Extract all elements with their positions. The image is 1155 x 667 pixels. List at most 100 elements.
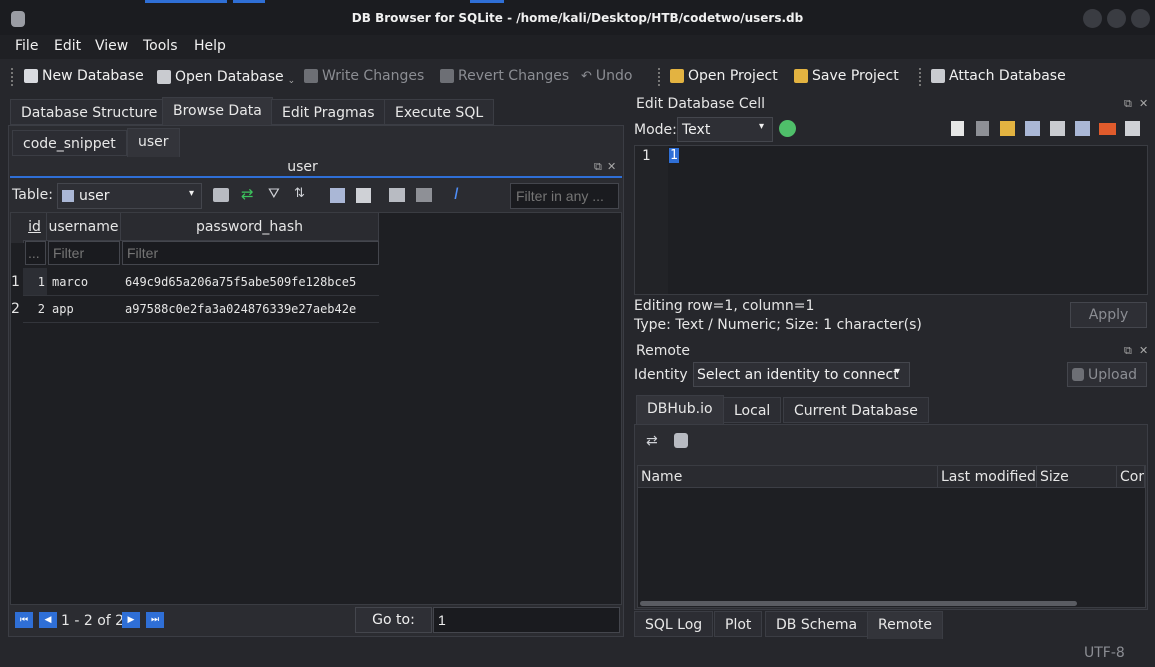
table-label: Table:	[12, 187, 53, 203]
filter-password-hash-input[interactable]	[122, 241, 379, 265]
open-database-icon	[157, 70, 171, 84]
apply-button[interactable]: Apply	[1070, 302, 1147, 328]
identity-label: Identity	[634, 367, 688, 383]
open-project-icon	[670, 69, 684, 83]
cell-editor[interactable]	[634, 145, 1148, 295]
identity-select-value: Select an identity to connect	[697, 367, 899, 383]
filter-id-input[interactable]	[25, 241, 46, 265]
column-header-username[interactable]: username	[47, 213, 121, 241]
global-filter-input[interactable]	[510, 183, 619, 209]
prev-page-icon[interactable]: ◀	[39, 612, 57, 628]
tab-sql-log[interactable]: SQL Log	[634, 611, 714, 637]
sort-icon[interactable]: ⇅	[294, 186, 305, 201]
set-null-icon[interactable]	[1050, 121, 1065, 136]
cell-username[interactable]: marco	[52, 275, 88, 289]
open-database-button[interactable]: Open Database ⌄	[157, 68, 295, 86]
menu-tools[interactable]: Tools	[143, 38, 178, 54]
cell-password-hash[interactable]: 649c9d65a206a75f5abe509fe128bce5	[125, 275, 356, 289]
save-file-icon[interactable]	[1025, 121, 1040, 136]
save-project-button[interactable]: Save Project	[794, 68, 899, 84]
horizontal-scrollbar[interactable]	[640, 601, 1077, 606]
import-icon[interactable]	[951, 121, 964, 136]
tab-user[interactable]: user	[127, 128, 180, 158]
clone-database-icon[interactable]	[674, 433, 688, 448]
encoding-status: UTF-8	[1084, 645, 1125, 661]
write-changes-button[interactable]: Write Changes	[304, 68, 424, 84]
close-panel-icon[interactable]: ✕	[1139, 344, 1148, 357]
new-database-button[interactable]: New Database	[24, 68, 144, 84]
filter-username-input[interactable]	[48, 241, 120, 265]
text-format-icon[interactable]: I	[454, 184, 459, 203]
next-page-icon[interactable]: ▶	[122, 612, 140, 628]
tab-db-schema[interactable]: DB Schema	[765, 611, 869, 637]
cell-password-hash[interactable]: a97588c0e2fa3a024876339e27aeb42e	[125, 302, 356, 316]
cell-id[interactable]: 2	[23, 302, 45, 316]
undo-button[interactable]: ↶ Undo	[581, 68, 632, 84]
tab-edit-pragmas[interactable]: Edit Pragmas	[271, 99, 386, 125]
clear-filters-icon[interactable]: ⛛	[268, 186, 280, 202]
close-panel-icon[interactable]: ✕	[607, 160, 616, 173]
table-panel-title: user	[287, 159, 318, 175]
open-file-icon[interactable]	[1000, 121, 1015, 136]
minimize-button[interactable]	[1083, 9, 1102, 28]
first-page-icon[interactable]: ⏮	[15, 612, 33, 628]
tab-current-database[interactable]: Current Database	[783, 397, 929, 423]
erase-icon[interactable]	[1099, 123, 1116, 135]
word-wrap-icon[interactable]	[1075, 121, 1090, 136]
tab-database-structure[interactable]: Database Structure	[10, 99, 169, 125]
last-page-icon[interactable]: ⏭	[146, 612, 164, 628]
remote-title: Remote	[636, 343, 691, 359]
export-icon[interactable]	[976, 121, 989, 136]
open-project-button[interactable]: Open Project	[670, 68, 778, 84]
revert-changes-button[interactable]: Revert Changes	[440, 68, 569, 84]
save-table-icon[interactable]	[330, 188, 345, 203]
float-panel-icon[interactable]: ⧉	[1124, 97, 1132, 111]
delete-record-icon[interactable]	[416, 188, 432, 202]
tab-local[interactable]: Local	[723, 397, 782, 423]
maximize-button[interactable]	[1107, 9, 1126, 28]
refresh-icon[interactable]: ⇄	[241, 185, 254, 203]
identity-select[interactable]: Select an identity to connect ▾	[693, 362, 910, 387]
float-panel-icon[interactable]: ⧉	[594, 160, 602, 174]
upload-button[interactable]: Upload	[1067, 362, 1147, 387]
menu-help[interactable]: Help	[194, 38, 226, 54]
goto-input[interactable]	[433, 607, 620, 633]
tab-dbhub[interactable]: DBHub.io	[636, 395, 724, 425]
close-panel-icon[interactable]: ✕	[1139, 97, 1148, 110]
chevron-down-icon: ▾	[895, 366, 901, 377]
mode-select[interactable]: Text ▾	[677, 117, 773, 142]
column-header-name[interactable]: Name	[638, 466, 938, 488]
column-header-password-hash[interactable]: password_hash	[121, 213, 379, 241]
table-select[interactable]: user ▾	[57, 183, 202, 209]
goto-button[interactable]: Go to:	[355, 607, 432, 633]
taskbar-strip	[233, 0, 265, 3]
auto-format-icon[interactable]	[779, 120, 796, 137]
row-number: 1	[11, 274, 20, 290]
cell-content[interactable]: 1	[669, 148, 679, 163]
float-panel-icon[interactable]: ⧉	[1124, 344, 1132, 358]
cell-username[interactable]: app	[52, 302, 74, 316]
insert-record-icon[interactable]	[213, 188, 229, 202]
tab-browse-data[interactable]: Browse Data	[162, 97, 273, 126]
column-header-last-modified[interactable]: Last modified	[938, 466, 1037, 488]
tab-code-snippet[interactable]: code_snippet	[12, 130, 127, 156]
tab-plot[interactable]: Plot	[714, 611, 763, 637]
upload-label: Upload	[1088, 367, 1138, 383]
pagination-label: 1 - 2 of 2	[61, 613, 125, 629]
column-header-size[interactable]: Size	[1037, 466, 1117, 488]
tab-execute-sql[interactable]: Execute SQL	[384, 99, 495, 125]
new-record-icon[interactable]	[389, 188, 405, 202]
print-icon[interactable]	[356, 188, 371, 203]
column-header-id[interactable]: id	[23, 213, 47, 241]
attach-database-button[interactable]: Attach Database	[931, 68, 1066, 84]
menu-edit[interactable]: Edit	[54, 38, 81, 54]
cell-id[interactable]: 1	[23, 275, 45, 289]
tab-remote[interactable]: Remote	[867, 611, 944, 639]
mode-label: Mode:	[634, 122, 677, 138]
close-button[interactable]	[1131, 9, 1150, 28]
refresh-icon[interactable]: ⇄	[646, 433, 658, 449]
menu-file[interactable]: File	[15, 38, 38, 54]
column-header-commit[interactable]: Cor	[1117, 466, 1145, 488]
print-icon[interactable]	[1125, 121, 1140, 136]
menu-view[interactable]: View	[95, 38, 128, 54]
